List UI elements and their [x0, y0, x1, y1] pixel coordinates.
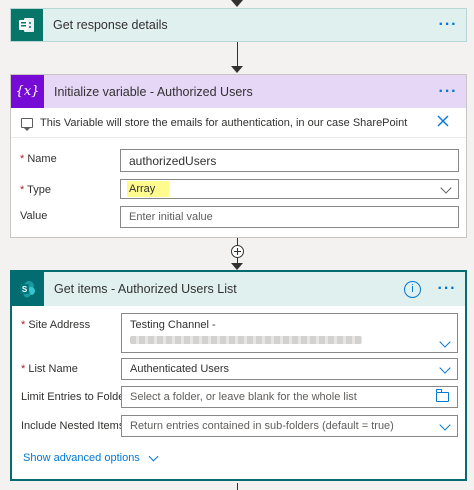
nested-items-select[interactable]: Return entries contained in sub-folders …: [121, 415, 458, 437]
list-name-label: * List Name: [21, 363, 78, 375]
site-address-select[interactable]: Testing Channel -: [121, 313, 458, 353]
forms-icon: [11, 9, 43, 41]
nested-items-label: Include Nested Items: [21, 420, 125, 432]
show-advanced-options-link[interactable]: Show advanced options: [23, 451, 159, 464]
limit-folder-label: Limit Entries to Folder: [21, 391, 128, 403]
limit-folder-input[interactable]: Select a folder, or leave blank for the …: [121, 386, 458, 408]
site-address-label: * Site Address: [21, 319, 91, 331]
add-step-button[interactable]: [231, 245, 244, 258]
info-icon[interactable]: i: [404, 280, 421, 298]
chevron-down-icon: [148, 451, 159, 461]
action-title: Initialize variable - Authorized Users: [54, 84, 253, 99]
chevron-down-icon: [439, 419, 451, 431]
variable-icon: {x}: [11, 75, 44, 108]
action-title: Get items - Authorized Users List: [54, 282, 237, 296]
comment-text: This Variable will store the emails for …: [40, 116, 408, 129]
more-options-button[interactable]: ···: [435, 281, 459, 297]
more-options-button[interactable]: ···: [436, 17, 460, 33]
action-card-initialize-variable: {x} Initialize variable - Authorized Use…: [10, 74, 467, 238]
redacted-url: [130, 336, 362, 344]
more-options-button[interactable]: ···: [436, 83, 460, 99]
value-input[interactable]: Enter initial value: [120, 206, 459, 228]
action-card-get-items: S Get items - Authorized Users List i ··…: [10, 270, 467, 481]
sharepoint-icon: S: [12, 272, 44, 306]
chevron-down-icon: [439, 362, 451, 374]
comment-icon: [21, 117, 33, 131]
chevron-down-icon: [440, 182, 452, 194]
plus-icon: [234, 248, 241, 255]
folder-icon[interactable]: [436, 389, 449, 402]
value-label: Value: [20, 210, 48, 222]
close-icon[interactable]: [436, 114, 450, 128]
type-label: * Type: [20, 184, 51, 196]
comment-bar: This Variable will store the emails for …: [11, 108, 466, 138]
chevron-down-icon: [439, 336, 451, 348]
name-input[interactable]: authorizedUsers: [120, 149, 459, 172]
name-label: * Name: [20, 153, 57, 165]
action-title: Get response details: [53, 18, 168, 32]
svg-text:S: S: [22, 285, 28, 294]
type-select[interactable]: Array: [120, 179, 459, 199]
list-name-select[interactable]: Authenticated Users: [121, 358, 458, 380]
action-card-get-response-details[interactable]: Get response details ···: [10, 8, 467, 42]
